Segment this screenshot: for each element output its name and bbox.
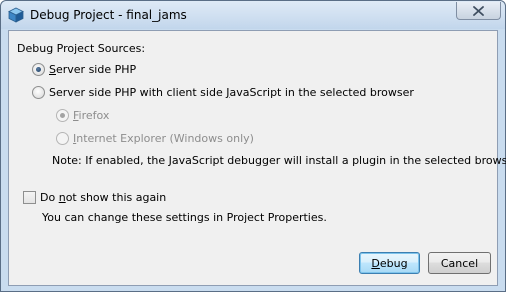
label-do-not-show[interactable]: Do not show this again <box>40 191 166 204</box>
label-text-post: irefox <box>78 109 110 122</box>
label-mnemonic: n <box>58 191 66 204</box>
label-text-post: erver side PHP <box>55 63 137 76</box>
checkbox-do-not-show[interactable] <box>23 191 36 204</box>
cancel-button[interactable]: Cancel <box>428 252 491 274</box>
label-mnemonic: S <box>49 63 56 76</box>
title-bar[interactable]: Debug Project - final_jams <box>1 1 505 29</box>
debug-button[interactable]: Debug <box>359 252 420 274</box>
radio-selected-dot <box>60 113 65 118</box>
radio-selected-dot <box>36 67 41 72</box>
radio-internet-explorer[interactable] <box>56 132 69 145</box>
close-button[interactable] <box>456 2 501 20</box>
settings-hint: You can change these settings in Project… <box>42 211 327 224</box>
label-text-post: nternet Explorer (Windows only) <box>76 132 254 145</box>
sources-heading: Debug Project Sources: <box>17 42 146 55</box>
label-server-and-client[interactable]: Server side PHP with client side JavaScr… <box>49 86 414 99</box>
radio-firefox[interactable] <box>56 109 69 122</box>
button-text-post: ebug <box>379 256 408 270</box>
radio-server-and-client[interactable] <box>32 86 45 99</box>
label-text-post: ot show this again <box>65 191 167 204</box>
label-internet-explorer[interactable]: Internet Explorer (Windows only) <box>73 132 254 145</box>
close-icon <box>473 5 484 16</box>
netbeans-cube-icon <box>8 7 24 23</box>
dialog-content: Debug Project Sources: Server side PHP S… <box>8 30 506 286</box>
label-firefox[interactable]: Firefox <box>73 109 109 122</box>
window-title: Debug Project - final_jams <box>30 8 187 22</box>
label-server-side-php[interactable]: Server side PHP <box>49 63 136 76</box>
button-mnemonic: D <box>371 256 380 270</box>
label-text-pre: Server side PHP with client side <box>49 86 227 99</box>
radio-server-side-php[interactable] <box>32 63 45 76</box>
label-text-post: avaScript in the selected browser <box>229 86 414 99</box>
label-text-pre: Do <box>40 191 59 204</box>
debug-project-dialog: Debug Project - final_jams Debug Project… <box>0 0 506 292</box>
debugger-note: Note: If enabled, the JavaScript debugge… <box>52 154 506 167</box>
